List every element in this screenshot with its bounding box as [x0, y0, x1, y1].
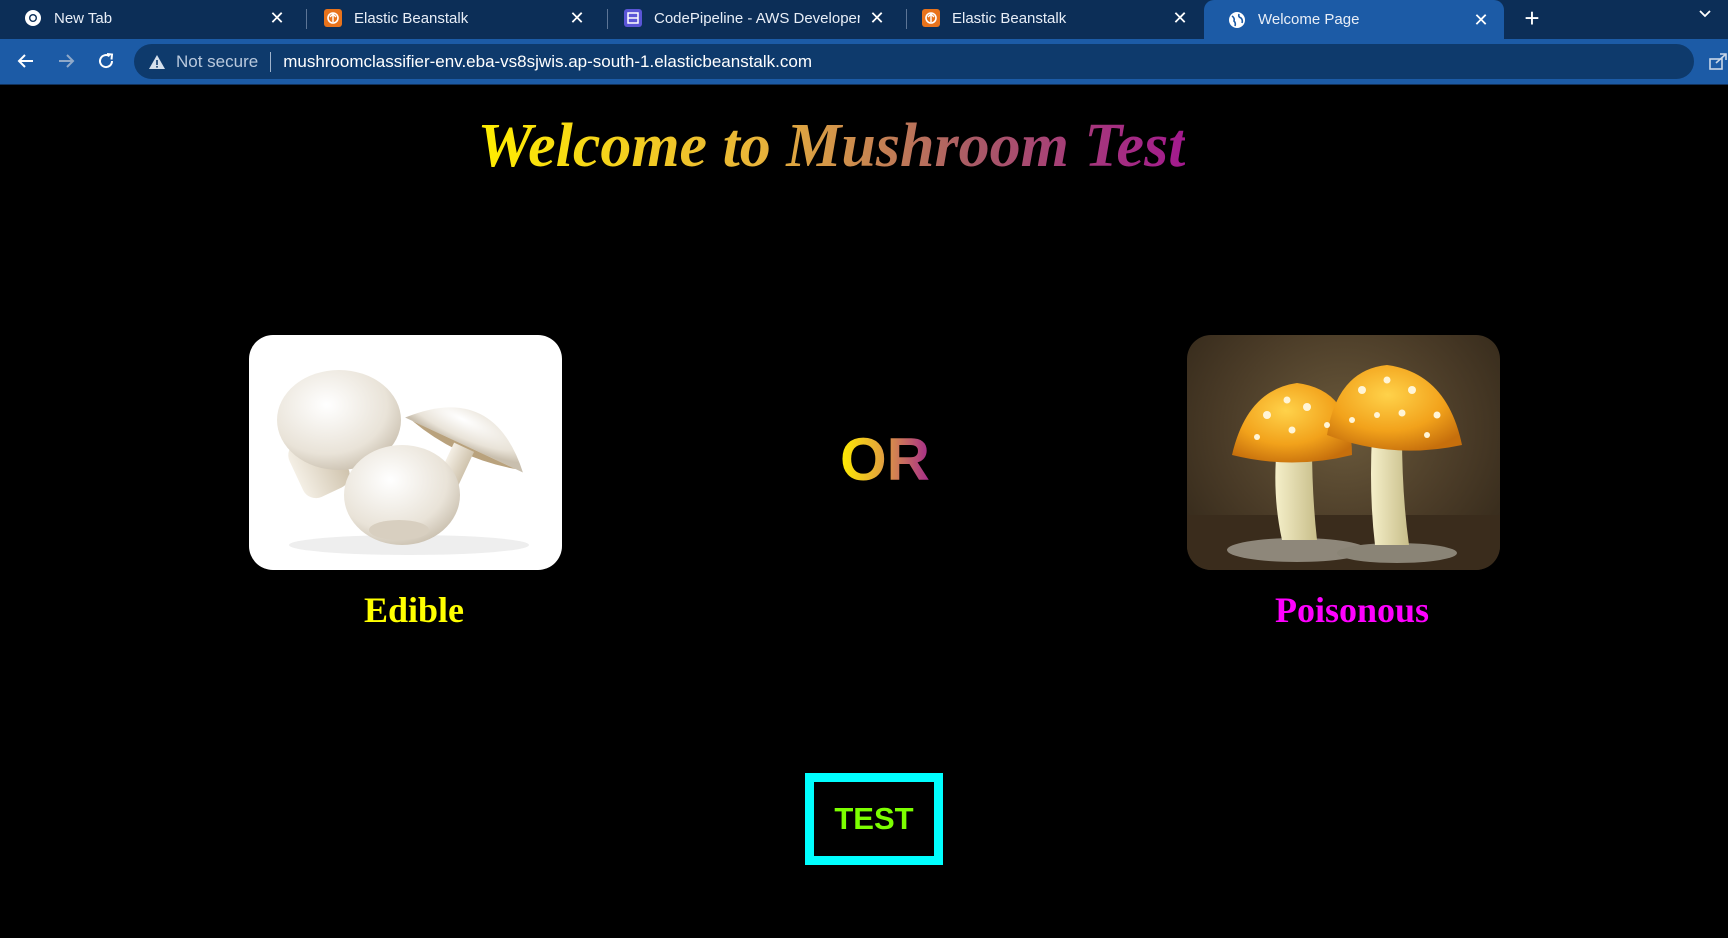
elastic-beanstalk-icon	[922, 9, 940, 27]
edible-label: Edible	[363, 590, 465, 630]
warning-icon[interactable]	[148, 53, 166, 71]
poisonous-mushroom-image	[1187, 335, 1500, 570]
tab-title: Elastic Beanstalk	[952, 9, 1067, 27]
elastic-beanstalk-icon	[324, 9, 342, 27]
share-icon[interactable]	[1708, 51, 1728, 71]
back-button[interactable]	[13, 48, 39, 74]
edible-mushroom-image	[249, 335, 562, 570]
chrome-icon	[24, 9, 42, 27]
security-status[interactable]: Not secure	[176, 52, 258, 72]
codepipeline-icon	[624, 9, 642, 27]
close-icon[interactable]: ✕	[1472, 11, 1490, 29]
address-bar[interactable]: Not secure mushroomclassifier-env.eba-vs…	[134, 44, 1694, 79]
tab-title: CodePipeline - AWS Developer To	[654, 9, 860, 27]
page-content: Welcome to Mushroom Test Edible OR Poiso…	[0, 85, 1728, 938]
tab-new-tab[interactable]: New Tab ✕	[0, 0, 300, 36]
back-arrow-icon	[17, 54, 33, 68]
page-title: Welcome to Mushroom Test	[0, 110, 1663, 182]
forward-arrow-icon	[59, 54, 75, 68]
reload-button[interactable]	[93, 48, 119, 74]
test-button[interactable]: TEST	[805, 773, 943, 865]
close-icon[interactable]: ✕	[868, 9, 886, 27]
tab-title: Welcome Page	[1258, 11, 1360, 28]
close-icon[interactable]: ✕	[1171, 9, 1189, 27]
reload-icon	[99, 53, 114, 69]
page-title-text: Welcome to Mushroom Test	[477, 112, 1186, 180]
tab-welcome-page[interactable]: Welcome Page ✕	[1204, 0, 1504, 39]
or-label: OR	[830, 425, 940, 495]
poisonous-label: Poisonous	[1274, 590, 1430, 630]
browser-toolbar: Not secure mushroomclassifier-env.eba-vs…	[0, 39, 1728, 85]
forward-button[interactable]	[53, 48, 79, 74]
tab-elastic-beanstalk[interactable]: Elastic Beanstalk ✕	[300, 0, 600, 36]
tab-codepipeline[interactable]: CodePipeline - AWS Developer To ✕	[600, 0, 900, 36]
tab-elastic-beanstalk-2[interactable]: Elastic Beanstalk ✕	[898, 0, 1203, 36]
tab-title: Elastic Beanstalk	[354, 9, 469, 27]
tab-strip: New Tab ✕ Elastic Beanstalk ✕ CodePipeli…	[0, 0, 1728, 39]
url-text[interactable]: mushroomclassifier-env.eba-vs8sjwis.ap-s…	[283, 52, 812, 72]
address-separator	[270, 51, 272, 72]
tab-search-icon[interactable]	[1692, 4, 1718, 30]
or-label-text: OR	[840, 426, 930, 493]
globe-icon	[1228, 11, 1246, 29]
close-icon[interactable]: ✕	[268, 9, 286, 27]
new-tab-button[interactable]: +	[1519, 5, 1545, 31]
tab-title: New Tab	[54, 9, 113, 27]
close-icon[interactable]: ✕	[568, 9, 586, 27]
